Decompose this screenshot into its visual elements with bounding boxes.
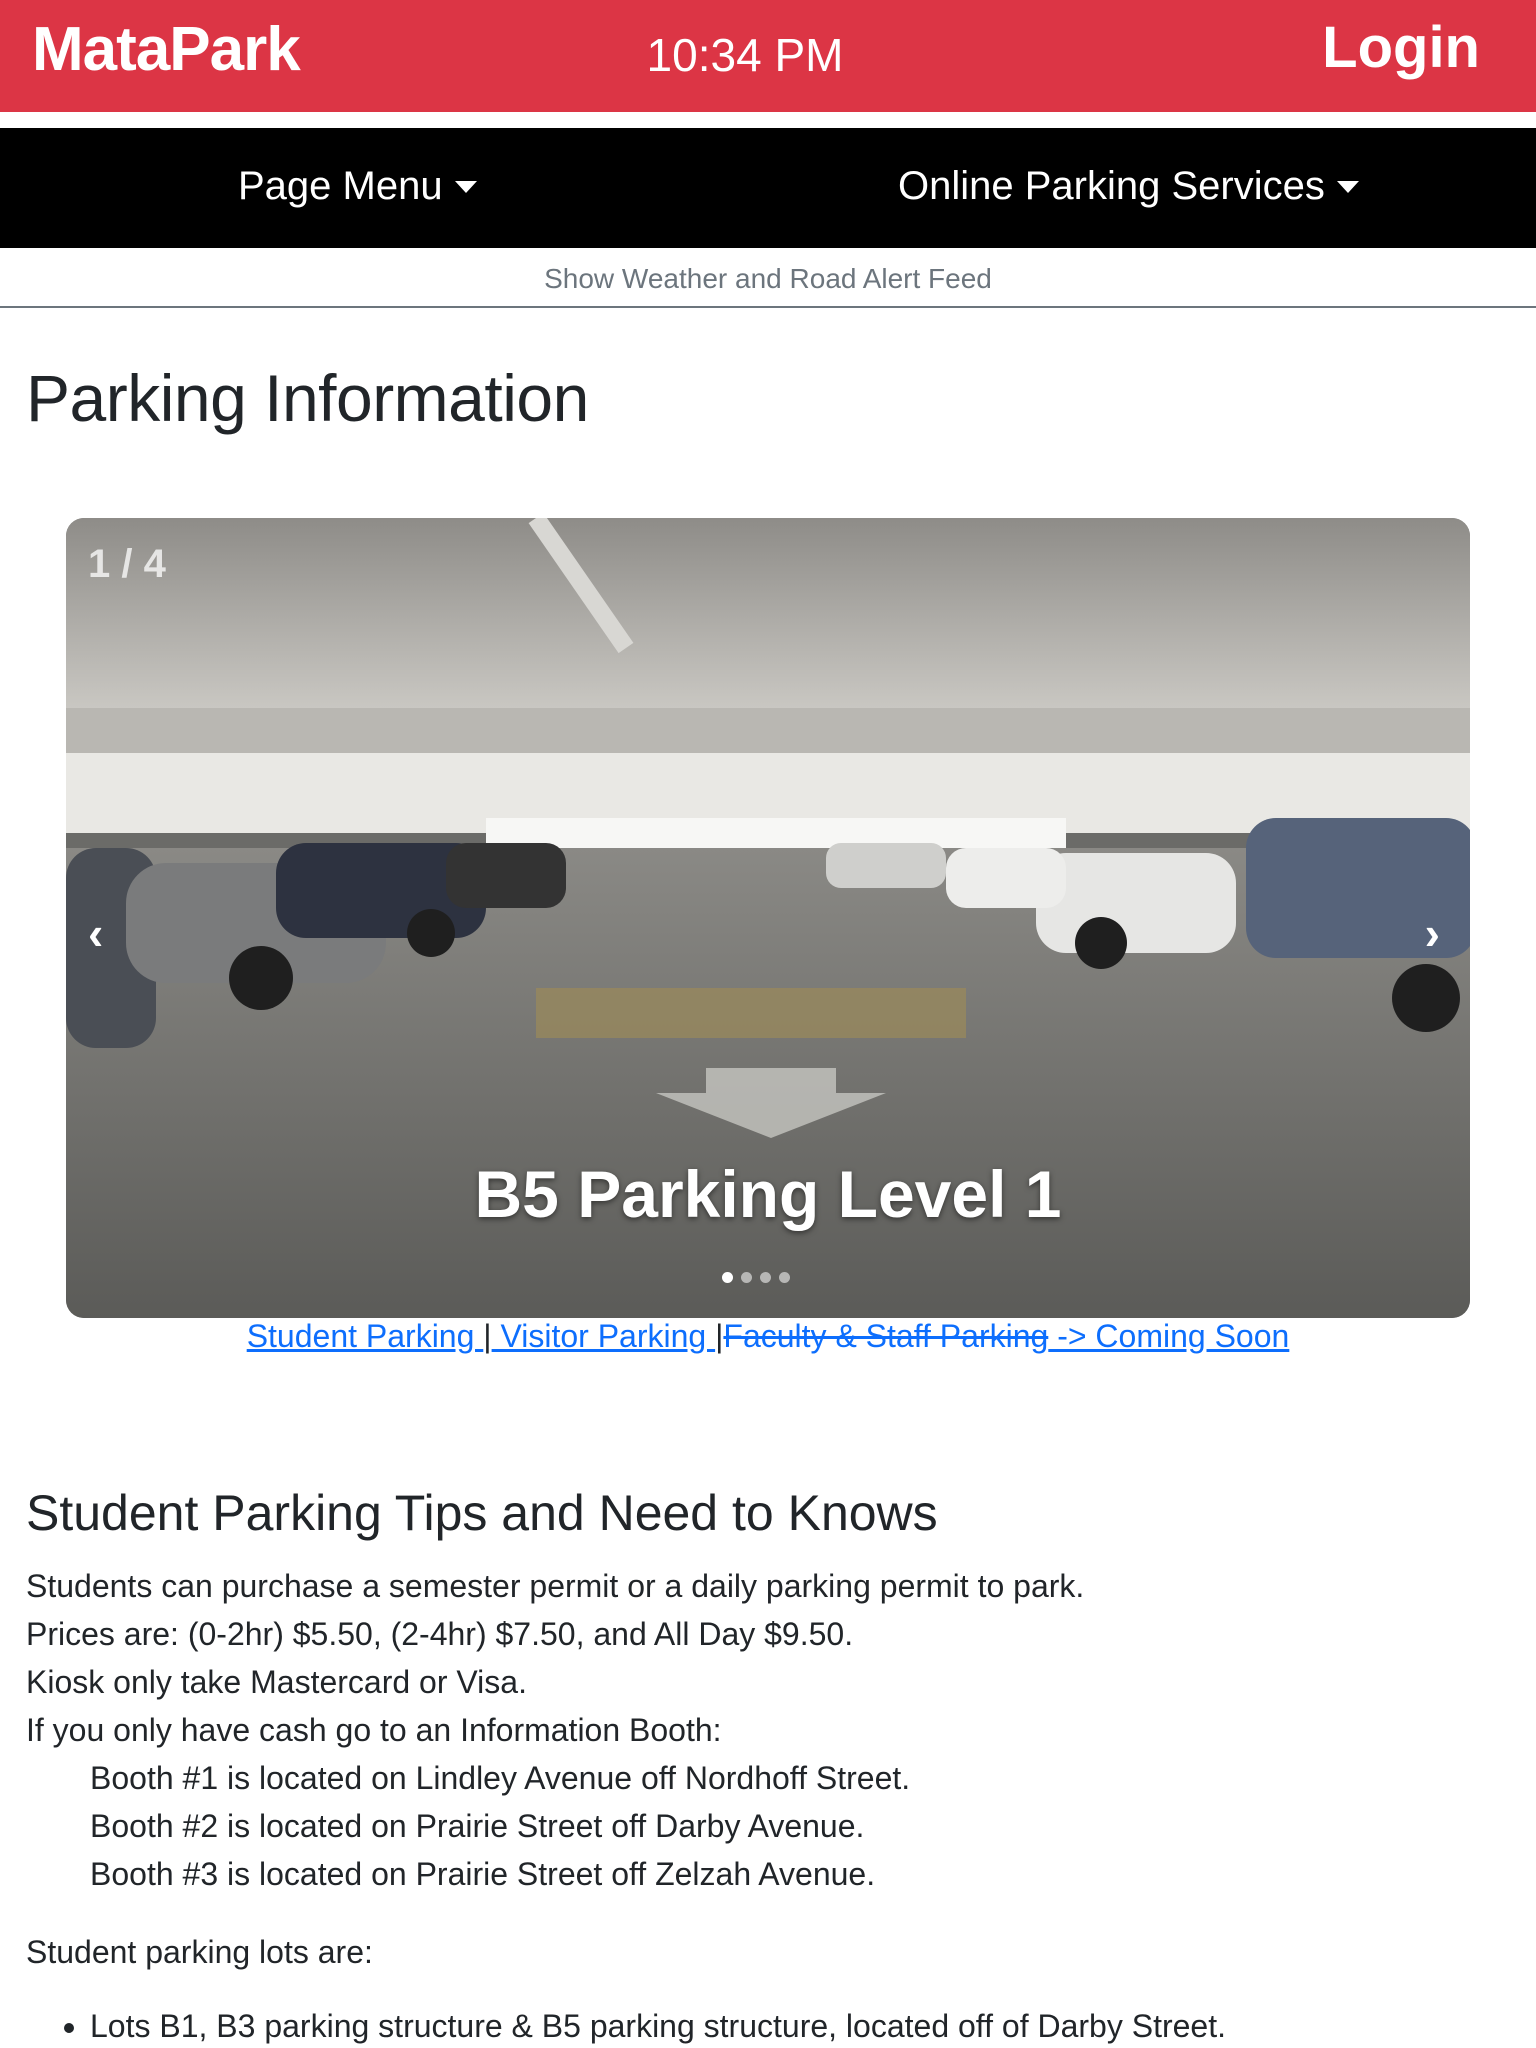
info-line: Kiosk only take Mastercard or Visa. (26, 1664, 527, 1700)
online-parking-services-label: Online Parking Services (898, 164, 1325, 208)
main-navbar: Page Menu Online Parking Services (0, 128, 1536, 248)
current-time: 10:34 PM (646, 29, 844, 81)
section-title: Student Parking Tips and Need to Knows (26, 1485, 938, 1541)
online-parking-services-dropdown[interactable]: Online Parking Services (898, 164, 1359, 209)
weather-alert-toggle[interactable]: Show Weather and Road Alert Feed (0, 248, 1536, 308)
carousel-dot[interactable] (779, 1272, 790, 1283)
faculty-staff-parking-link[interactable]: Faculty & Staff Parking (723, 1318, 1048, 1354)
booth-line: Booth #1 is located on Lindley Avenue of… (90, 1760, 911, 1796)
slide-caption: B5 Parking Level 1 (474, 1157, 1062, 1231)
slide-counter: 1 / 4 (88, 542, 166, 586)
booth-line: Booth #3 is located on Prairie Street of… (90, 1856, 876, 1892)
caret-down-icon (1336, 180, 1359, 193)
carousel-dot[interactable] (741, 1272, 752, 1283)
lots-list: Lots B1, B3 parking structure & B5 parki… (60, 2008, 1226, 2045)
parking-carousel[interactable]: 1 / 4 ‹ › B5 Parking Level 1 (66, 518, 1470, 1318)
booth-line: Booth #2 is located on Prairie Street of… (90, 1808, 865, 1844)
coming-soon-link[interactable]: -> Coming Soon (1048, 1318, 1289, 1354)
student-parking-link[interactable]: Student Parking (247, 1318, 484, 1354)
page-menu-dropdown[interactable]: Page Menu (238, 164, 477, 209)
lots-label: Student parking lots are: (26, 1934, 373, 1970)
link-separator: | (483, 1318, 492, 1354)
page-title: Parking Information (26, 361, 589, 435)
carousel-prev-button[interactable]: ‹ (88, 906, 103, 960)
info-line: Prices are: (0-2hr) $5.50, (2-4hr) $7.50… (26, 1616, 854, 1652)
carousel-dot[interactable] (722, 1272, 733, 1283)
parking-links: Student Parking | Visitor Parking |Facul… (0, 1318, 1536, 1355)
student-parking-info: Students can purchase a semester permit … (26, 1562, 1084, 1898)
login-button[interactable]: Login (1322, 14, 1480, 81)
list-item: Lots B1, B3 parking structure & B5 parki… (90, 2008, 1226, 2045)
carousel-next-button[interactable]: › (1425, 906, 1440, 960)
carousel-dot[interactable] (760, 1272, 771, 1283)
top-header: MataPark 10:34 PM Login (0, 0, 1536, 112)
info-line: Students can purchase a semester permit … (26, 1568, 1085, 1604)
carousel-indicators (722, 1272, 790, 1283)
page-menu-label: Page Menu (238, 164, 443, 208)
caret-down-icon (454, 180, 477, 193)
visitor-parking-link[interactable]: Visitor Parking (492, 1318, 716, 1354)
info-line: If you only have cash go to an Informati… (26, 1712, 722, 1748)
